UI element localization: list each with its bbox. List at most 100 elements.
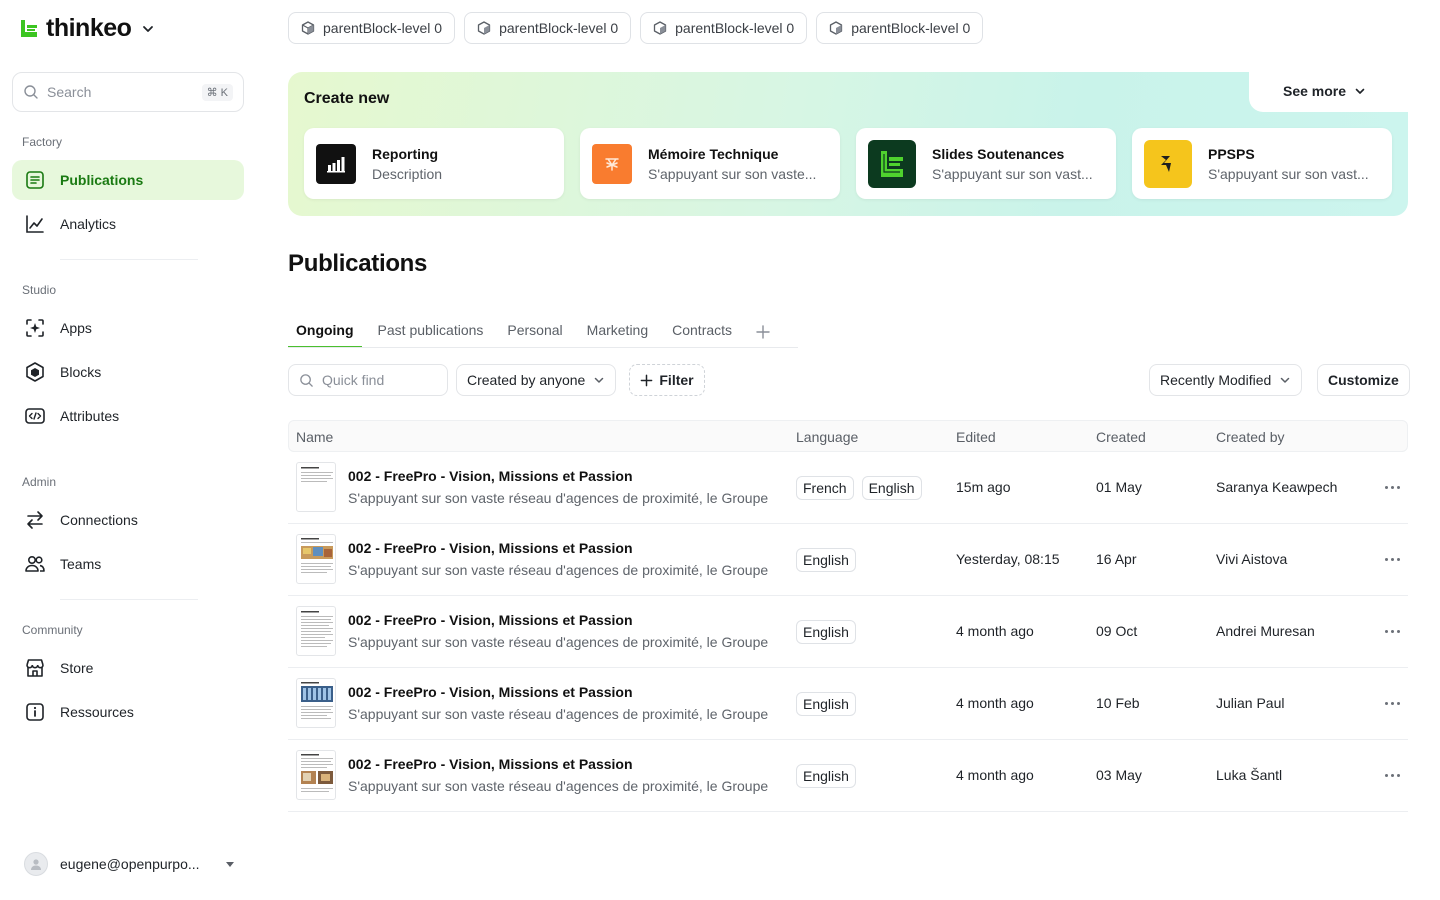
caret-down-icon <box>226 861 234 867</box>
create-card-memoire-technique[interactable]: Mémoire Technique S'appuyant sur son vas… <box>580 128 840 199</box>
sidebar-item-publications[interactable]: Publications <box>12 160 244 200</box>
language-badges: English <box>796 692 856 716</box>
more-options-icon[interactable] <box>1382 768 1402 782</box>
card-description: S'appuyant sur son vast... <box>932 165 1093 182</box>
sidebar-item-blocks[interactable]: Blocks <box>12 352 244 392</box>
language-badges: English <box>796 620 856 644</box>
card-description: S'appuyant sur son vaste... <box>648 165 817 182</box>
search-icon <box>24 85 38 99</box>
block-chip[interactable]: parentBlock-level 0 <box>640 12 808 44</box>
column-header-edited[interactable]: Edited <box>956 429 996 445</box>
document-thumbnail <box>296 534 336 584</box>
plus-icon <box>756 325 770 339</box>
tab-marketing[interactable]: Marketing <box>579 322 656 348</box>
ppsps-icon <box>1144 139 1192 188</box>
publication-description: S'appuyant sur son vaste réseau d'agence… <box>348 778 769 794</box>
created-by-cell: Andrei Muresan <box>1216 623 1315 639</box>
language-badges: French English <box>796 476 922 500</box>
column-header-created-by[interactable]: Created by <box>1216 429 1284 445</box>
customize-button[interactable]: Customize <box>1317 364 1410 396</box>
info-icon <box>26 703 44 721</box>
create-card-ppsps[interactable]: PPSPS S'appuyant sur son vast... <box>1132 128 1392 199</box>
create-card-reporting[interactable]: Reporting Description <box>304 128 564 199</box>
more-options-icon[interactable] <box>1382 480 1402 494</box>
section-label-factory: Factory <box>22 135 63 149</box>
publication-title: 002 - FreePro - Vision, Missions et Pass… <box>348 468 633 484</box>
filter-button[interactable]: Filter <box>629 364 705 396</box>
publication-title: 002 - FreePro - Vision, Missions et Pass… <box>348 540 633 556</box>
block-chip[interactable]: parentBlock-level 0 <box>464 12 632 44</box>
sidebar-item-apps[interactable]: Apps <box>12 308 244 348</box>
more-options-icon[interactable] <box>1382 624 1402 638</box>
see-more-label: See more <box>1283 83 1347 99</box>
sidebar: thinkeo Search ⌘ K Factory Publications … <box>0 0 256 900</box>
more-options-icon[interactable] <box>1382 696 1402 710</box>
cube-icon <box>830 21 843 35</box>
sidebar-item-connections[interactable]: Connections <box>12 500 244 540</box>
block-chip[interactable]: parentBlock-level 0 <box>288 12 456 44</box>
workspace-switcher[interactable]: thinkeo <box>18 14 155 43</box>
sidebar-item-ressources[interactable]: Ressources <box>12 692 244 732</box>
see-more-button[interactable]: See more <box>1283 80 1366 102</box>
sidebar-divider <box>60 599 198 600</box>
column-header-language[interactable]: Language <box>796 429 858 445</box>
created-cell: 03 May <box>1096 767 1142 783</box>
create-card-slides-soutenances[interactable]: Slides Soutenances S'appuyant sur son va… <box>856 128 1116 199</box>
table-row[interactable]: 002 - FreePro - Vision, Missions et Pass… <box>288 596 1408 668</box>
user-menu[interactable]: eugene@openpurpo... <box>24 852 234 876</box>
section-label-community: Community <box>22 623 83 637</box>
edited-cell: 4 month ago <box>956 695 1034 711</box>
user-email: eugene@openpurpo... <box>60 856 200 872</box>
thinkeo-logo-icon <box>21 19 37 37</box>
blocks-icon <box>26 362 44 382</box>
publication-title: 002 - FreePro - Vision, Missions et Pass… <box>348 612 633 628</box>
sidebar-item-label: Teams <box>60 556 102 572</box>
tab-ongoing[interactable]: Ongoing <box>288 322 362 348</box>
publication-description: S'appuyant sur son vaste réseau d'agence… <box>348 490 769 506</box>
more-options-icon[interactable] <box>1382 552 1402 566</box>
table-row[interactable]: 002 - FreePro - Vision, Missions et Pass… <box>288 740 1408 812</box>
sidebar-search[interactable]: Search ⌘ K <box>12 72 244 112</box>
tab-past-publications[interactable]: Past publications <box>370 322 492 348</box>
sidebar-item-label: Publications <box>60 172 144 188</box>
created-by-cell: Vivi Aistova <box>1216 551 1288 567</box>
publication-title: 002 - FreePro - Vision, Missions et Pass… <box>348 756 633 772</box>
card-title: Mémoire Technique <box>648 145 779 162</box>
cube-icon <box>477 21 491 35</box>
attributes-icon <box>25 408 45 424</box>
sidebar-item-analytics[interactable]: Analytics <box>12 204 244 244</box>
edited-cell: Yesterday, 08:15 <box>956 551 1060 567</box>
document-thumbnail <box>296 462 336 512</box>
table-header: Name Language Edited Created Created by <box>288 420 1408 452</box>
search-icon <box>300 373 313 387</box>
search-shortcut: ⌘ K <box>201 83 233 101</box>
sidebar-item-label: Blocks <box>60 364 102 380</box>
table-row[interactable]: 002 - FreePro - Vision, Missions et Pass… <box>288 452 1408 524</box>
publication-description: S'appuyant sur son vaste réseau d'agence… <box>348 562 769 578</box>
created-cell: 16 Apr <box>1096 551 1137 567</box>
card-title: Reporting <box>372 145 439 162</box>
sidebar-item-label: Apps <box>60 320 92 336</box>
column-header-created[interactable]: Created <box>1096 429 1146 445</box>
plus-icon <box>641 374 653 386</box>
tab-personal[interactable]: Personal <box>499 322 570 348</box>
block-chip[interactable]: parentBlock-level 0 <box>816 12 984 44</box>
created-by-select[interactable]: Created by anyone <box>456 364 617 396</box>
cube-icon <box>653 21 667 35</box>
language-badge: English <box>861 476 922 500</box>
sidebar-item-teams[interactable]: Teams <box>12 544 244 584</box>
language-badge: English <box>796 692 856 716</box>
block-chip-label: parentBlock-level 0 <box>851 20 971 36</box>
sidebar-item-store[interactable]: Store <box>12 648 244 688</box>
sort-select[interactable]: Recently Modified <box>1149 364 1303 396</box>
table-row[interactable]: 002 - FreePro - Vision, Missions et Pass… <box>288 524 1408 596</box>
column-header-name[interactable]: Name <box>296 429 333 445</box>
table-row[interactable]: 002 - FreePro - Vision, Missions et Pass… <box>288 668 1408 740</box>
created-cell: 01 May <box>1096 479 1142 495</box>
add-tab-button[interactable] <box>748 322 778 344</box>
language-badges: English <box>796 548 856 572</box>
quick-find-input[interactable]: Quick find <box>288 364 448 396</box>
tab-contracts[interactable]: Contracts <box>664 322 740 348</box>
sidebar-item-label: Analytics <box>60 216 117 232</box>
sidebar-item-attributes[interactable]: Attributes <box>12 396 244 436</box>
